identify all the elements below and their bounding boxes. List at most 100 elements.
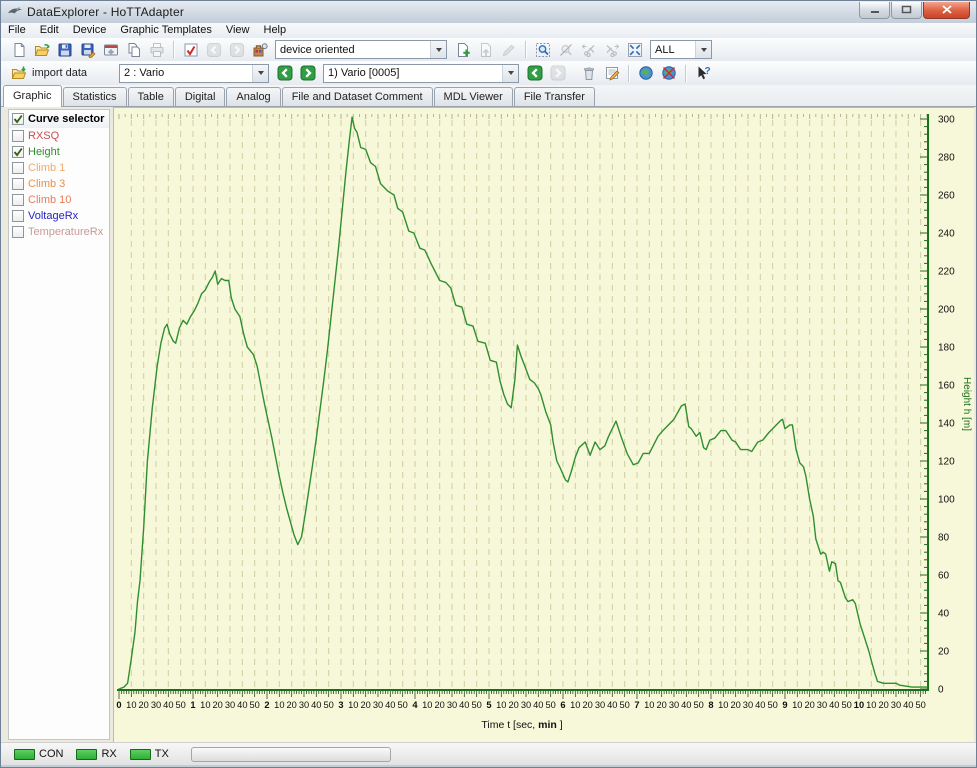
close-icon <box>942 5 952 14</box>
svg-text:10: 10 <box>422 700 432 710</box>
svg-text:40: 40 <box>938 609 950 620</box>
channel-selector-combo[interactable]: 2 : Vario <box>119 64 269 83</box>
curve-selector-header[interactable]: Curve selector <box>9 110 109 128</box>
tab-analog[interactable]: Analog <box>226 87 280 106</box>
curve-item-climb-10: Climb 10 <box>9 192 109 208</box>
fit-into-window-icon <box>627 42 643 58</box>
close-button[interactable] <box>923 2 970 19</box>
menu-help[interactable]: Help <box>257 23 294 38</box>
svg-text:10: 10 <box>644 700 654 710</box>
curve-selector-checkbox[interactable] <box>12 113 24 125</box>
context-help-button[interactable]: ? <box>691 63 714 84</box>
delete-record-button[interactable] <box>577 63 600 84</box>
zoom-off-icon <box>558 42 574 58</box>
tab-mdl-viewer[interactable]: MDL Viewer <box>434 87 513 106</box>
tab-digital[interactable]: Digital <box>175 87 226 106</box>
curve-item-climb-3: Climb 3 <box>9 176 109 192</box>
checkbox-climb-10[interactable] <box>12 194 24 206</box>
device-tool-box-button[interactable] <box>179 39 202 60</box>
object-selector-combo[interactable]: device oriented <box>275 40 447 59</box>
menu-device[interactable]: Device <box>66 23 114 38</box>
tab-statistics[interactable]: Statistics <box>63 87 127 106</box>
edit-record-comment-button[interactable] <box>600 63 623 84</box>
cut-left-button <box>577 39 600 60</box>
prev-channel-icon <box>277 65 293 81</box>
new-object-icon <box>455 42 471 58</box>
menu-file[interactable]: File <box>1 23 33 38</box>
svg-text:40: 40 <box>311 700 321 710</box>
checkbox-voltagerx[interactable] <box>12 210 24 222</box>
record-selector-value: 1) Vario [0005] <box>328 67 399 79</box>
new-object-button[interactable] <box>451 39 474 60</box>
svg-text:50: 50 <box>693 700 703 710</box>
curve-item-temperaturerx: TemperatureRx <box>9 224 109 240</box>
open-file-button[interactable] <box>30 39 53 60</box>
tab-file-transfer[interactable]: File Transfer <box>514 87 595 106</box>
svg-text:50: 50 <box>323 700 333 710</box>
svg-text:?: ? <box>704 66 710 77</box>
menu-edit[interactable]: Edit <box>33 23 66 38</box>
svg-text:0: 0 <box>938 685 944 696</box>
status-bar: CONRXTX <box>1 742 976 765</box>
google-earth-button[interactable] <box>634 63 657 84</box>
svg-text:40: 40 <box>237 700 247 710</box>
checkbox-temperaturerx[interactable] <box>12 226 24 238</box>
context-help-icon: ? <box>695 65 711 81</box>
led-tx <box>130 749 151 760</box>
prev-device-icon <box>206 42 222 58</box>
new-file-icon <box>11 42 27 58</box>
checkbox-height[interactable] <box>12 146 24 158</box>
checkbox-climb-1[interactable] <box>12 162 24 174</box>
svg-text:30: 30 <box>299 700 309 710</box>
minimize-button[interactable] <box>859 2 890 19</box>
next-channel-button[interactable] <box>296 63 319 84</box>
menu-bar: FileEditDeviceGraphic TemplatesViewHelp <box>1 23 976 39</box>
menu-graphic-templates[interactable]: Graphic Templates <box>113 23 219 38</box>
tab-table[interactable]: Table <box>128 87 174 106</box>
svg-text:40: 40 <box>533 700 543 710</box>
svg-text:1: 1 <box>190 700 195 710</box>
settings-icon <box>103 42 119 58</box>
zoom-window-button[interactable] <box>531 39 554 60</box>
curve-label-climb-1: Climb 1 <box>28 162 65 174</box>
svg-text:30: 30 <box>595 700 605 710</box>
curve-item-voltagerx: VoltageRx <box>9 208 109 224</box>
chevron-down-icon[interactable] <box>252 65 268 82</box>
chevron-down-icon[interactable] <box>502 65 518 82</box>
curve-label-height: Height <box>28 146 60 158</box>
window-title: DataExplorer - HoTTAdapter <box>27 5 184 19</box>
new-file-button[interactable] <box>7 39 30 60</box>
copy-view-button[interactable] <box>122 39 145 60</box>
chevron-down-icon[interactable] <box>430 41 446 58</box>
tab-file-and-dataset-comment[interactable]: File and Dataset Comment <box>282 87 433 106</box>
fit-into-window-button[interactable] <box>623 39 646 60</box>
tab-graphic[interactable]: Graphic <box>3 85 62 107</box>
channel-filter-combo[interactable]: ALL <box>650 40 712 59</box>
checkbox-rxsq[interactable] <box>12 130 24 142</box>
curve-label-climb-10: Climb 10 <box>28 194 71 206</box>
google-earth-config-button[interactable] <box>657 63 680 84</box>
svg-text:10: 10 <box>792 700 802 710</box>
svg-text:50: 50 <box>545 700 555 710</box>
prev-channel-button[interactable] <box>273 63 296 84</box>
checkbox-climb-3[interactable] <box>12 178 24 190</box>
cut-right-button <box>600 39 623 60</box>
maximize-button[interactable] <box>891 2 922 19</box>
title-bar[interactable]: DataExplorer - HoTTAdapter <box>1 1 976 23</box>
save-file-button[interactable] <box>53 39 76 60</box>
prev-record-button[interactable] <box>523 63 546 84</box>
curve-label-climb-3: Climb 3 <box>28 178 65 190</box>
device-properties-button[interactable] <box>248 39 271 60</box>
import-data-button[interactable] <box>7 63 30 84</box>
record-selector-combo[interactable]: 1) Vario [0005] <box>323 64 519 83</box>
save-file-as-button[interactable] <box>76 39 99 60</box>
svg-text:40: 40 <box>163 700 173 710</box>
graphic-chart[interactable]: 0102030405011020304050210203040503102030… <box>113 107 974 742</box>
menu-view[interactable]: View <box>219 23 257 38</box>
settings-button[interactable] <box>99 39 122 60</box>
led-label-con: CON <box>39 748 63 760</box>
device-tool-box-icon <box>183 42 199 58</box>
chevron-down-icon[interactable] <box>695 41 711 58</box>
print-icon <box>149 42 165 58</box>
svg-text:40: 40 <box>385 700 395 710</box>
